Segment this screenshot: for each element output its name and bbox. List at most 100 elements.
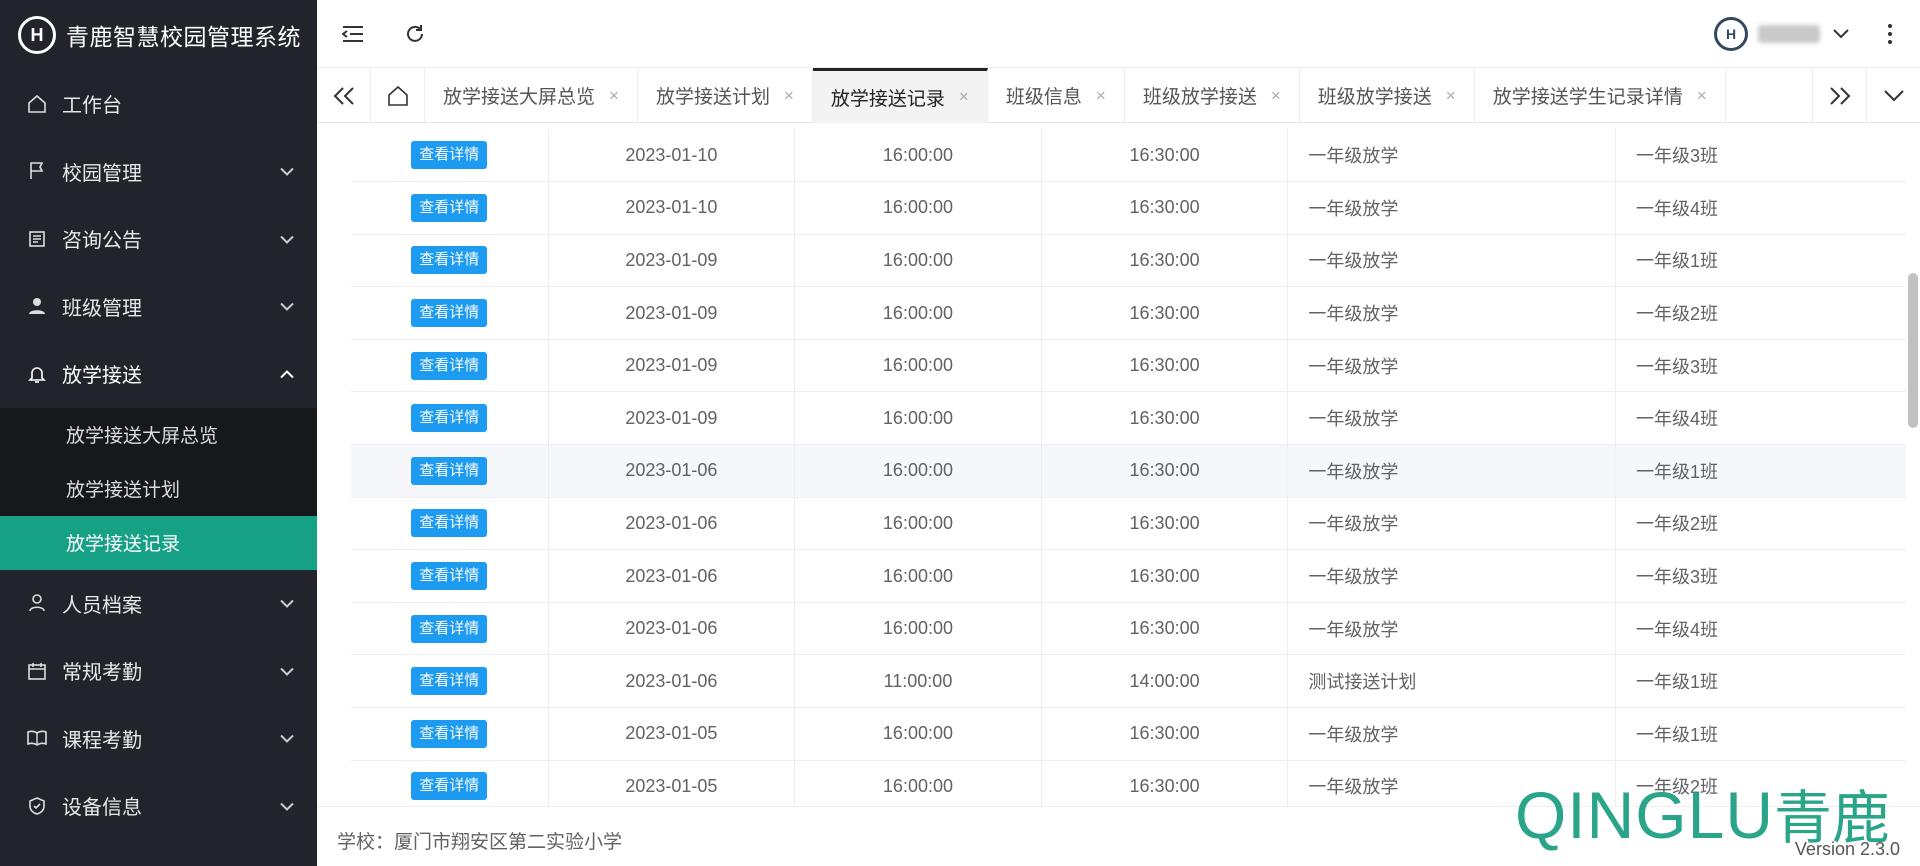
cell-end: 16:30:00	[1041, 760, 1289, 806]
tab-1[interactable]: 放学接送计划 ×	[638, 68, 813, 123]
app-logo[interactable]: H 青鹿智慧校园管理系统	[0, 0, 317, 70]
person-icon	[26, 592, 48, 614]
sidebar-item-3[interactable]: 班级管理	[0, 273, 317, 341]
close-icon[interactable]: ×	[959, 87, 969, 107]
action-cell: 查看详情	[351, 181, 549, 235]
table-row: 查看详情 2023-01-06 16:00:00 16:30:00 一年级放学 一年级2班	[351, 497, 1920, 551]
cell-class: 一年级2班	[1615, 286, 1920, 340]
cell-date: 2023-01-09	[548, 339, 796, 393]
bell-icon	[26, 363, 48, 385]
action-cell: 查看详情	[351, 234, 549, 288]
cell-name: 一年级放学	[1287, 234, 1616, 288]
tab-6[interactable]: 放学接送学生记录详情 ×	[1475, 68, 1726, 123]
view-details-button[interactable]: 查看详情	[411, 193, 488, 222]
cell-name: 一年级放学	[1287, 286, 1616, 340]
tab-label: 放学接送记录	[830, 88, 945, 110]
cell-date: 2023-01-05	[548, 760, 796, 806]
view-details-button[interactable]: 查看详情	[411, 509, 488, 538]
table-row: 查看详情 2023-01-09 16:00:00 16:30:00 一年级放学 一年级1班	[351, 234, 1920, 288]
cell-name: 一年级放学	[1287, 129, 1616, 183]
sidebar-item-1[interactable]: 校园管理	[0, 138, 317, 206]
cell-class: 一年级4班	[1615, 181, 1920, 235]
tab-2[interactable]: 放学接送记录 ×	[812, 68, 988, 123]
scroll-left-icon[interactable]	[317, 68, 371, 123]
cell-start: 16:00:00	[794, 760, 1042, 806]
user-menu[interactable]: H	[1714, 14, 1850, 54]
sidebar-item-2[interactable]: 咨询公告	[0, 205, 317, 273]
action-cell: 查看详情	[351, 549, 549, 603]
sidebar: H 青鹿智慧校园管理系统 工作台 校园管理咨询公告班级管理 放学接送 放学接送大屏总览…	[0, 0, 317, 866]
close-icon[interactable]: ×	[1271, 86, 1281, 106]
cell-end: 16:30:00	[1041, 497, 1289, 551]
cell-end: 16:30:00	[1041, 286, 1289, 340]
action-cell: 查看详情	[351, 760, 549, 806]
close-icon[interactable]: ×	[1446, 86, 1456, 106]
sidebar-item-7[interactable]: 课程考勤	[0, 705, 317, 773]
more-vertical-icon[interactable]	[1884, 22, 1896, 46]
cell-date: 2023-01-10	[548, 129, 796, 183]
sidebar-item-6[interactable]: 常规考勤	[0, 637, 317, 705]
view-details-button[interactable]: 查看详情	[411, 299, 488, 328]
chevron-down-icon	[279, 592, 295, 615]
tab-controls-right	[1812, 68, 1920, 123]
view-details-button[interactable]: 查看详情	[411, 246, 488, 275]
cell-start: 16:00:00	[794, 234, 1042, 288]
cell-name: 一年级放学	[1287, 707, 1616, 761]
submenu-item-0[interactable]: 放学接送大屏总览	[0, 408, 317, 462]
cell-name: 一年级放学	[1287, 181, 1616, 235]
cell-start: 11:00:00	[794, 654, 1042, 709]
cell-start: 16:00:00	[794, 602, 1042, 656]
view-details-button[interactable]: 查看详情	[411, 404, 488, 433]
cell-name: 一年级放学	[1287, 602, 1616, 656]
cell-date: 2023-01-06	[548, 444, 796, 498]
sidebar-item-8[interactable]: 设备信息	[0, 772, 317, 840]
tab-dropdown-icon[interactable]	[1866, 68, 1920, 123]
cell-class: 一年级3班	[1615, 549, 1920, 603]
close-icon[interactable]: ×	[1096, 86, 1106, 106]
cell-class: 一年级3班	[1615, 339, 1920, 393]
tab-5[interactable]: 班级放学接送 ×	[1300, 68, 1475, 123]
sidebar-item-label: 设备信息	[62, 797, 142, 820]
cell-date: 2023-01-09	[548, 286, 796, 340]
tab-3[interactable]: 班级信息 ×	[988, 68, 1125, 123]
cell-start: 16:00:00	[794, 707, 1042, 761]
cell-start: 16:00:00	[794, 286, 1042, 340]
submenu-item-1[interactable]: 放学接送计划	[0, 462, 317, 516]
footer: 学校：厦门市翔安区第二实验小学 QINGLU 青鹿 Version 2.3.0	[317, 782, 1920, 866]
cell-end: 16:30:00	[1041, 181, 1289, 235]
submenu-item-2[interactable]: 放学接送记录	[0, 515, 317, 570]
view-details-button[interactable]: 查看详情	[411, 614, 488, 643]
cell-start: 16:00:00	[794, 339, 1042, 393]
view-details-button[interactable]: 查看详情	[411, 772, 488, 801]
close-icon[interactable]: ×	[609, 86, 619, 106]
scrollbar[interactable]	[1906, 123, 1920, 806]
chevron-down-icon	[1833, 29, 1849, 39]
cell-date: 2023-01-06	[548, 497, 796, 551]
records-table: 查看详情 2023-01-10 16:00:00 16:30:00 一年级放学 一年级3班…	[351, 129, 1920, 806]
sidebar-item-4[interactable]: 放学接送	[0, 340, 317, 408]
refresh-icon[interactable]	[403, 22, 427, 46]
view-details-button[interactable]: 查看详情	[411, 667, 488, 696]
cell-start: 16:00:00	[794, 391, 1042, 446]
tab-0[interactable]: 放学接送大屏总览 ×	[425, 68, 638, 123]
view-details-button[interactable]: 查看详情	[411, 719, 488, 748]
tab-list: 放学接送大屏总览 × 放学接送计划 × 放学接送记录 × 班级信息 × 班级放学接送 × 班级放学接…	[425, 68, 1726, 123]
scroll-right-icon[interactable]	[1812, 68, 1866, 123]
close-icon[interactable]: ×	[1697, 86, 1707, 106]
table-row: 查看详情 2023-01-10 16:00:00 16:30:00 一年级放学 一年级4班	[351, 181, 1920, 235]
view-details-button[interactable]: 查看详情	[411, 562, 488, 591]
collapse-menu-icon[interactable]	[341, 22, 365, 46]
cell-name: 一年级放学	[1287, 391, 1616, 446]
view-details-button[interactable]: 查看详情	[411, 456, 488, 485]
sidebar-item-label: 咨询公告	[62, 230, 142, 253]
home-tab-icon[interactable]	[371, 68, 425, 123]
sidebar-item-5[interactable]: 人员档案	[0, 570, 317, 638]
view-details-button[interactable]: 查看详情	[411, 141, 488, 170]
close-icon[interactable]: ×	[784, 86, 794, 106]
scrollbar-thumb[interactable]	[1908, 273, 1918, 428]
tab-4[interactable]: 班级放学接送 ×	[1125, 68, 1300, 123]
tab-label: 班级放学接送	[1142, 87, 1257, 108]
view-details-button[interactable]: 查看详情	[411, 351, 488, 380]
sidebar-item-0[interactable]: 工作台	[0, 70, 317, 138]
cell-end: 16:30:00	[1041, 129, 1289, 183]
